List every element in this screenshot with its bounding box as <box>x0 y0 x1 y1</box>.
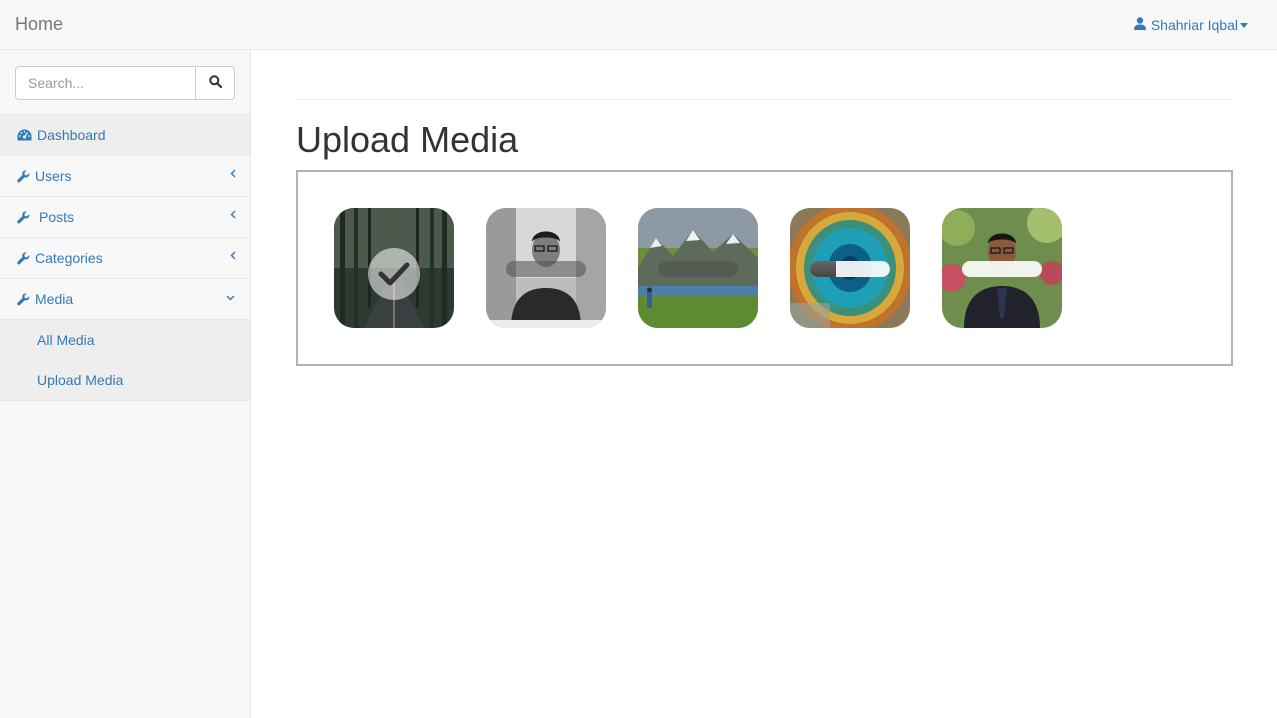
user-name: Shahriar Iqbal <box>1150 17 1238 33</box>
search-input[interactable] <box>15 66 196 100</box>
checkmark-icon <box>378 262 410 286</box>
sidebar-item-categories[interactable]: Categories <box>0 238 250 279</box>
upload-dropzone[interactable] <box>296 170 1233 366</box>
sidebar-item-label: Dashboard <box>37 127 106 143</box>
search-button[interactable] <box>196 66 235 100</box>
search-icon <box>208 75 222 91</box>
media-preview[interactable] <box>942 208 1062 328</box>
wrench-icon <box>17 292 33 306</box>
media-preview[interactable] <box>334 208 454 328</box>
sidebar-item-dashboard[interactable]: Dashboard <box>0 115 250 156</box>
wrench-icon <box>17 251 33 265</box>
search-group <box>15 66 235 100</box>
chevron-left-icon <box>230 169 236 178</box>
divider <box>296 99 1232 100</box>
sidebar-search <box>0 50 250 115</box>
top-navbar: Home Shahriar Iqbal <box>0 0 1277 50</box>
sidebar: Dashboard Users Posts Categories Medi <box>0 50 251 718</box>
upload-progress-bar <box>810 261 890 277</box>
page-title: Upload Media <box>296 119 519 160</box>
upload-progress-bar <box>658 261 738 277</box>
chevron-left-icon <box>230 251 236 260</box>
home-brand-link[interactable]: Home <box>15 14 63 35</box>
upload-progress-fill <box>810 261 837 277</box>
sidebar-item-label: Posts <box>39 209 75 225</box>
sidebar-item-posts[interactable]: Posts <box>0 197 250 238</box>
dashboard-icon <box>17 129 33 141</box>
sidebar-item-label: Media <box>35 291 74 307</box>
upload-progress-bar <box>962 261 1042 277</box>
main-content: Upload Media <box>251 50 1277 718</box>
sidebar-item-label: Categories <box>35 250 103 266</box>
sidebar-item-users[interactable]: Users <box>0 156 250 197</box>
sidebar-item-media[interactable]: Media <box>0 279 250 320</box>
submenu-item-all-media[interactable]: All Media <box>0 320 250 360</box>
wrench-icon <box>17 169 33 183</box>
upload-progress-bar <box>506 261 586 277</box>
upload-complete-checkmark <box>368 248 420 300</box>
user-dropdown[interactable]: Shahriar Iqbal <box>1133 17 1248 33</box>
user-icon <box>1133 17 1146 33</box>
media-preview[interactable] <box>486 208 606 328</box>
media-preview[interactable] <box>638 208 758 328</box>
media-submenu: All Media Upload Media <box>0 320 250 401</box>
sidebar-item-label: Users <box>35 168 72 184</box>
chevron-down-icon <box>226 295 235 301</box>
media-preview[interactable] <box>790 208 910 328</box>
chevron-left-icon <box>230 210 236 219</box>
wrench-icon <box>17 210 33 224</box>
caret-down-icon <box>1240 22 1248 28</box>
submenu-item-upload-media[interactable]: Upload Media <box>0 360 250 400</box>
